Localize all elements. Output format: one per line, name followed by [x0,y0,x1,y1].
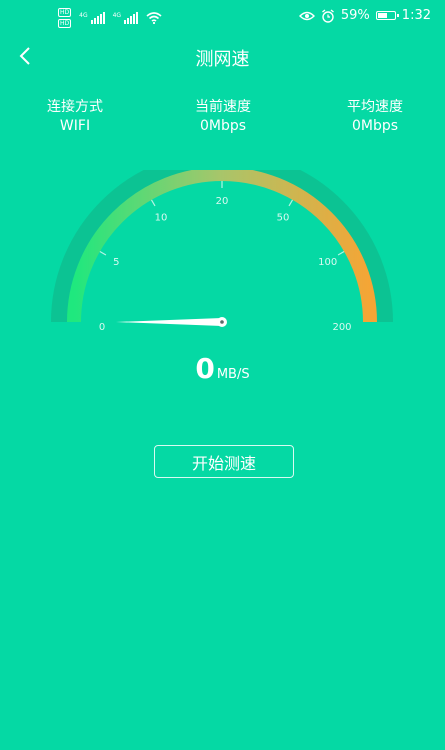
hd-badges: HD HD [58,8,72,28]
network-type-label: 4G [112,12,122,19]
gauge-tick-label: 10 [155,212,168,223]
status-bar: HD HD 4G 4G 59% 1:32 [0,0,445,36]
average-speed-label: 平均速度 [347,99,403,115]
header: 测网速 [0,36,445,76]
needle [116,318,222,326]
gauge-tick-mark [337,250,345,256]
eye-icon [298,11,315,20]
status-bar-right: 59% 1:32 [298,8,431,23]
speed-readout: 0 MB/S [0,352,445,385]
start-test-button[interactable]: 开始测速 [154,445,294,478]
stats-row: 连接方式 WIFI 当前速度 0Mbps 平均速度 0Mbps [0,98,445,138]
page-title: 测网速 [195,49,250,70]
hd-badge: HD [58,8,72,17]
current-speed-label: 当前速度 [195,99,251,115]
gauge-tick-label: 50 [277,212,290,223]
battery-percent: 59% [340,8,370,23]
gauge-tick-label: 5 [113,257,119,268]
network-type-label: 4G [79,12,88,19]
gauge-tick-mark [99,250,107,256]
status-bar-left: HD HD 4G 4G [58,8,162,28]
wifi-icon [146,12,162,24]
gauge-tick-label: 20 [216,196,229,207]
speed-value: 0 [195,352,215,385]
alarm-icon [321,8,334,23]
gauge-needle [116,317,227,327]
hd-badge: HD [58,19,72,28]
gauge-tick-label: 200 [332,322,351,333]
connection-value: WIFI [59,118,91,134]
stat-connection: 连接方式 WIFI [20,98,130,136]
gauge-tick-label: 100 [318,257,337,268]
clock: 1:32 [401,8,431,23]
gauge-tick-label: 0 [99,322,105,333]
stat-current-speed: 当前速度 0Mbps [168,98,278,136]
battery-fill [377,13,387,18]
connection-label: 连接方式 [47,99,103,115]
average-speed-value: 0Mbps [351,118,399,134]
gauge-tick-mark [150,199,156,207]
stat-average-speed: 平均速度 0Mbps [320,98,430,136]
speed-gauge: 0 5 10 20 50 100 200 [51,170,393,333]
battery-icon [375,11,399,20]
current-speed-value: 0Mbps [199,118,247,134]
speed-unit: MB/S [216,367,250,382]
gauge-tick-mark [288,199,294,207]
signal-icon: 4G [112,12,139,24]
gauge-track [51,170,393,323]
signal-icon: 4G [79,12,105,24]
needle-hub-center [220,320,224,324]
